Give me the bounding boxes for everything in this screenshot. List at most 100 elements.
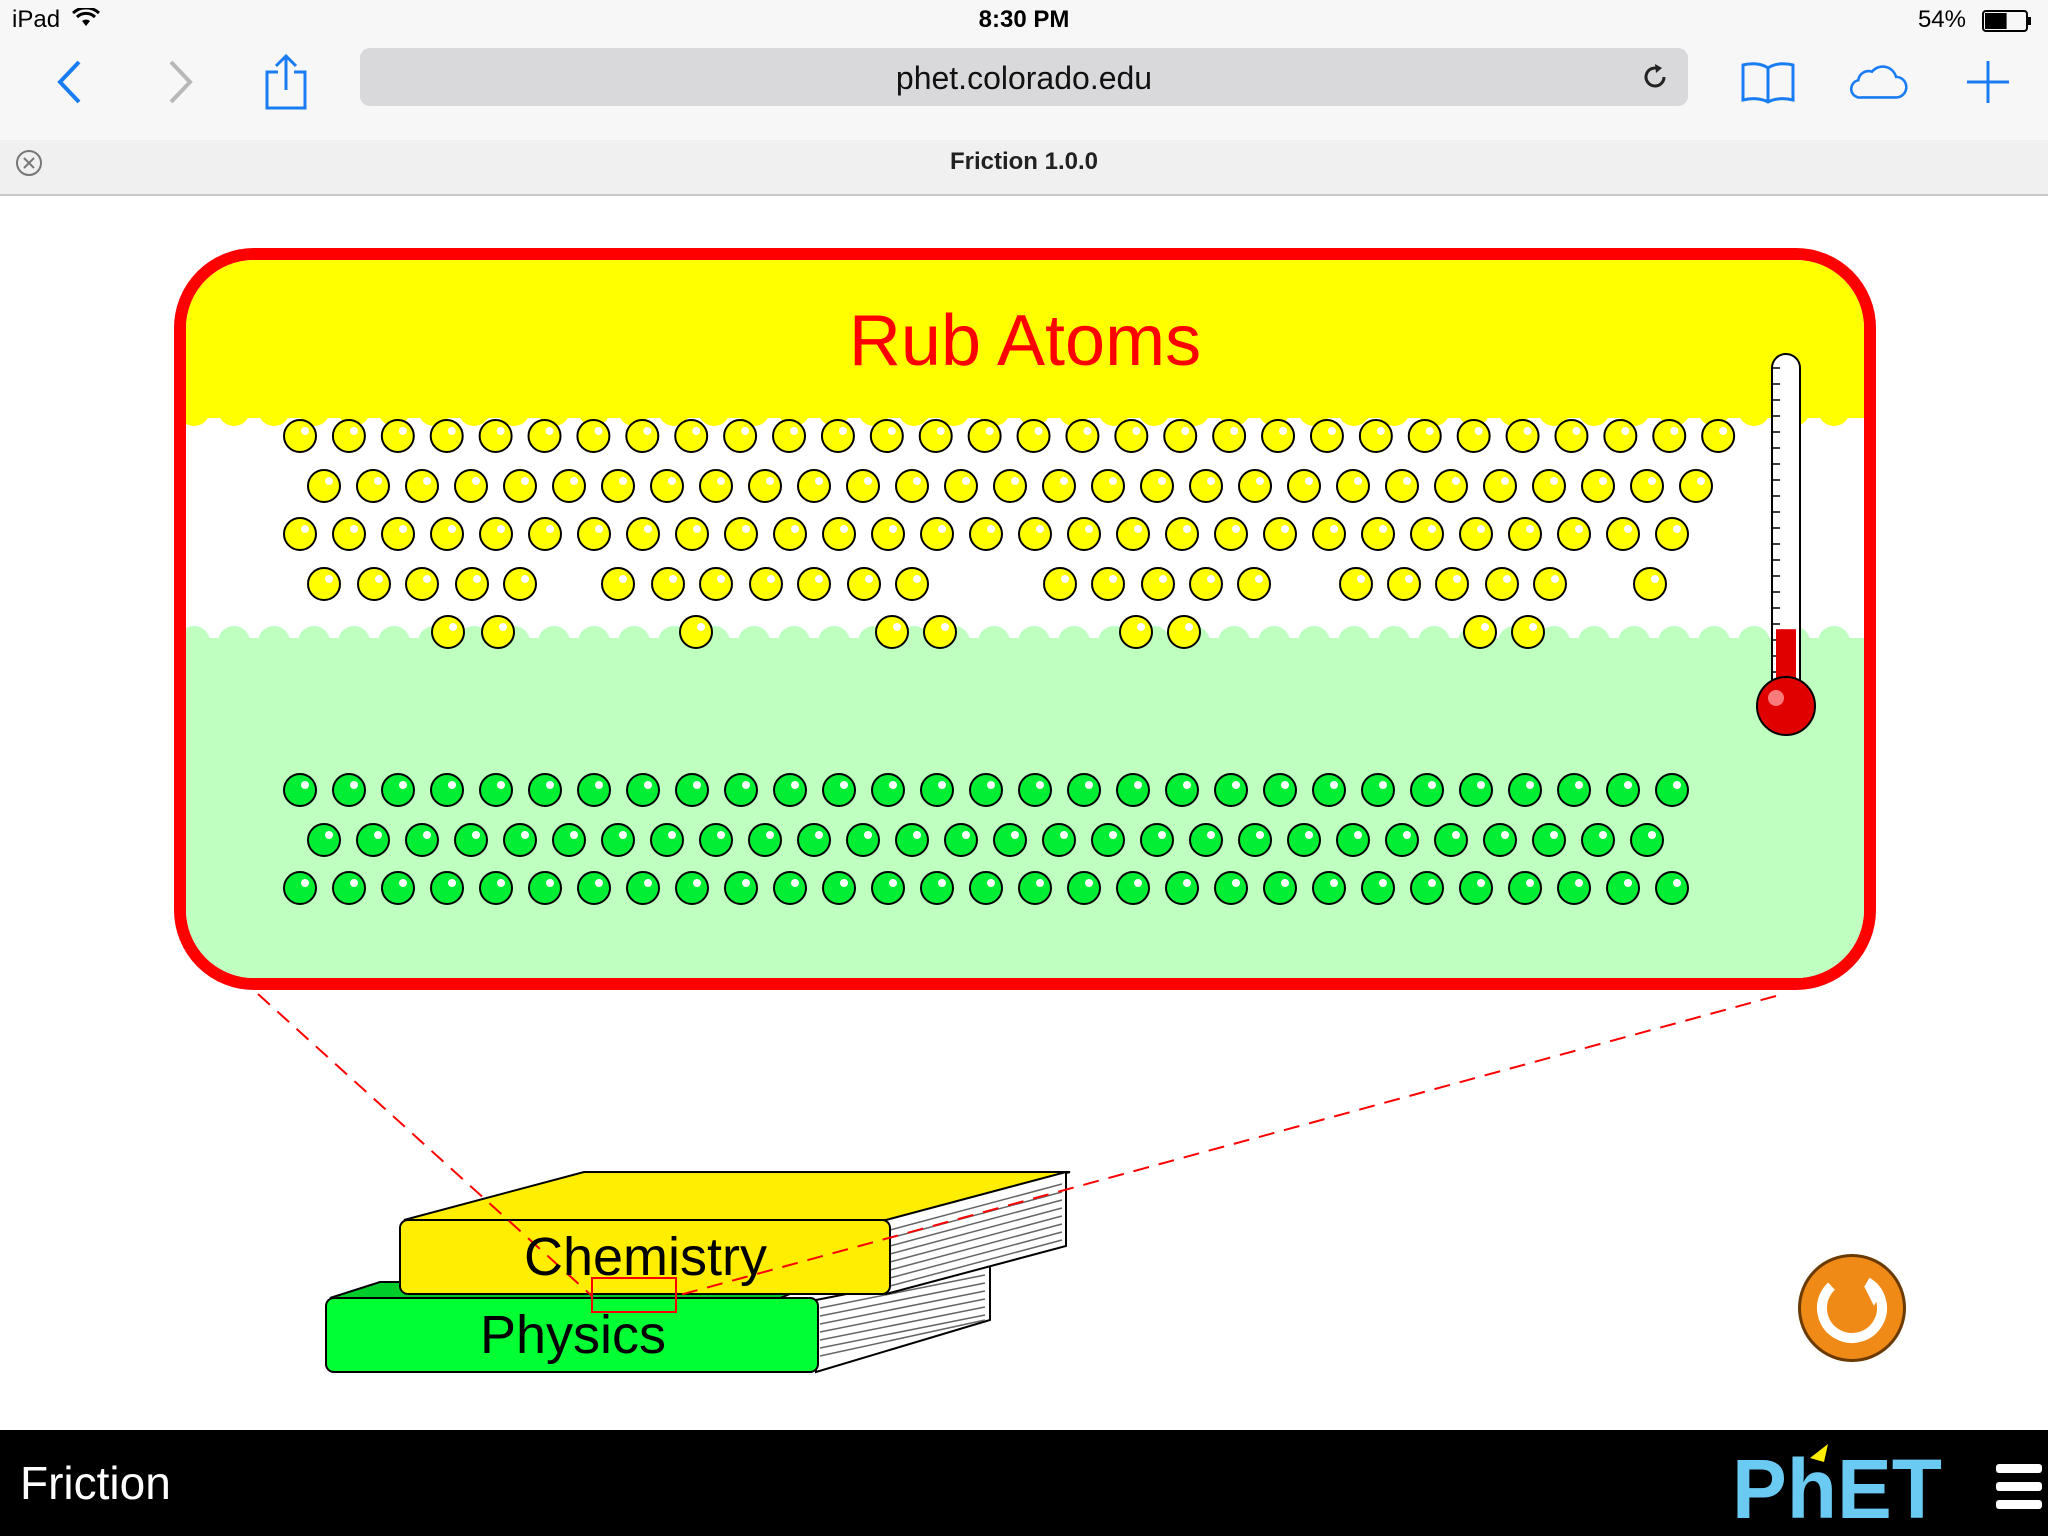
atom (944, 469, 978, 503)
reset-all-button[interactable] (1798, 1254, 1906, 1362)
surface-bump (218, 626, 250, 658)
atom (675, 517, 709, 551)
atom (773, 517, 807, 551)
atom (430, 773, 464, 807)
atom (651, 567, 685, 601)
icloud-tabs-icon (1849, 65, 1908, 99)
atom (577, 871, 611, 905)
zoom-title: Rub Atoms (848, 301, 1202, 381)
atom (1606, 517, 1640, 551)
atom (650, 823, 684, 857)
atom (1387, 567, 1421, 601)
atom (1456, 419, 1491, 453)
atom (576, 419, 611, 453)
atom (847, 567, 881, 601)
atom (1116, 517, 1150, 551)
atom (1141, 567, 1175, 601)
atom (1312, 773, 1346, 807)
atom (1339, 567, 1373, 601)
atom (283, 419, 317, 453)
phet-logo[interactable]: PhET (1732, 1438, 1942, 1528)
atom (699, 823, 733, 857)
address-bar[interactable]: phet.colorado.edu (360, 48, 1688, 106)
atom (1238, 823, 1272, 857)
atom (920, 773, 954, 807)
atom (626, 517, 660, 551)
atom (307, 823, 341, 857)
atom (1361, 871, 1395, 905)
atom (1212, 419, 1247, 453)
share-icon (265, 54, 307, 110)
atom (1214, 773, 1248, 807)
reset-icon (1817, 1273, 1887, 1343)
surface-bump (1818, 394, 1850, 426)
atom (1505, 419, 1540, 453)
reload-icon[interactable] (1640, 62, 1670, 92)
atom (1263, 773, 1297, 807)
battery-icon (1982, 10, 2031, 32)
atom (1459, 517, 1493, 551)
atom (923, 615, 957, 649)
top-book-atoms (283, 419, 1736, 649)
atom (1165, 773, 1199, 807)
atom (1018, 773, 1052, 807)
atom (675, 871, 709, 905)
icloud-tabs-button[interactable] (1848, 52, 1908, 112)
atom (1511, 615, 1545, 649)
atom (626, 871, 660, 905)
atom (1043, 567, 1077, 601)
atom (1287, 823, 1321, 857)
surface-bump (258, 626, 290, 658)
new-tab-icon (1967, 61, 2009, 103)
atom (455, 567, 489, 601)
surface-bump (618, 626, 650, 658)
atom (969, 517, 1003, 551)
bottom-book-surface (186, 638, 1864, 978)
atom (1485, 567, 1519, 601)
url-text: phet.colorado.edu (895, 60, 1153, 96)
atom (1557, 517, 1591, 551)
atom (1165, 871, 1199, 905)
forward-button[interactable] (150, 52, 210, 112)
new-tab-button[interactable] (1958, 52, 2018, 112)
bookmarks-button[interactable] (1738, 52, 1798, 112)
atom (1018, 871, 1052, 905)
atom (601, 567, 635, 601)
atom (1557, 773, 1591, 807)
share-button[interactable] (256, 52, 316, 112)
atom (1679, 469, 1713, 503)
atom (699, 469, 733, 503)
atom (797, 823, 831, 857)
atom (1116, 871, 1150, 905)
atom (332, 517, 366, 551)
surface-bump (1578, 394, 1610, 426)
atom (381, 773, 415, 807)
surface-bump (218, 394, 250, 426)
atom (1633, 567, 1667, 601)
back-button[interactable] (40, 52, 100, 112)
atom (920, 871, 954, 905)
surface-bump (1658, 626, 1690, 658)
surface-bump (978, 626, 1010, 658)
tab-title: Friction 1.0.0 (949, 148, 1099, 175)
atom (1140, 823, 1174, 857)
atom (405, 823, 439, 857)
atom (1312, 517, 1346, 551)
atom (674, 419, 709, 453)
atom (993, 469, 1027, 503)
atom (527, 419, 562, 453)
atom (528, 517, 562, 551)
atom (1410, 871, 1444, 905)
atom (478, 419, 513, 453)
atom (773, 871, 807, 905)
sim-stage: Chemistry Physics Rub Atoms (0, 196, 2048, 1430)
atom (822, 871, 856, 905)
menu-icon[interactable] (1996, 1460, 2042, 1514)
surface-bump (1218, 626, 1250, 658)
atom (1483, 823, 1517, 857)
atom (675, 773, 709, 807)
atom (577, 773, 611, 807)
atom (749, 567, 783, 601)
surface-bump (1298, 626, 1330, 658)
atom (895, 469, 929, 503)
